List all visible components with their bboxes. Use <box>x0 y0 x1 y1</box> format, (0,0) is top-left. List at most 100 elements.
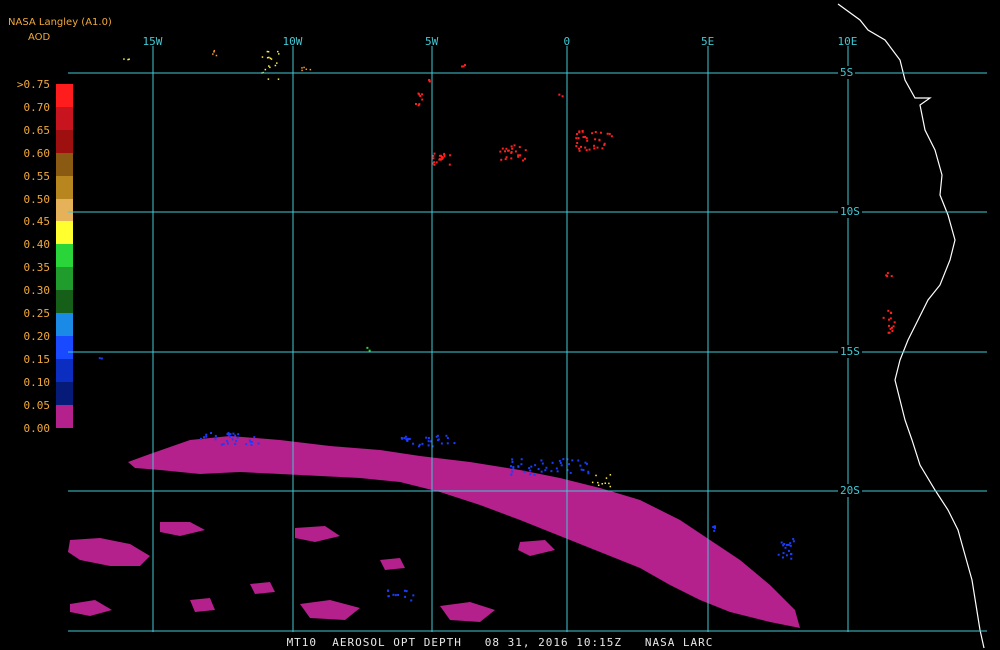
aod-pixel <box>504 150 507 153</box>
aod-pixel <box>792 540 795 543</box>
aod-pixel <box>250 441 253 444</box>
aod-pixel <box>892 325 895 328</box>
aod-pixel <box>558 459 561 462</box>
aod-pixel <box>234 442 237 445</box>
aod-pixel <box>274 64 277 67</box>
aod-pixel <box>387 595 390 598</box>
longitude-label: 5W <box>425 35 439 48</box>
aod-pixel <box>510 473 513 476</box>
aod-pixel <box>529 473 532 476</box>
aod-pixel <box>427 444 430 447</box>
aod-pixel <box>887 309 890 312</box>
aod-pixel <box>427 437 430 440</box>
aod-pixel <box>368 349 371 352</box>
plume-patch <box>518 540 555 556</box>
aod-pixel <box>594 131 597 134</box>
aod-pixel <box>787 543 790 546</box>
aod-pixel <box>397 594 400 597</box>
aod-pixel <box>578 147 581 150</box>
aod-pixel <box>236 436 239 439</box>
aod-pixel <box>510 151 513 154</box>
aod-pixel <box>598 139 601 142</box>
aod-pixel <box>406 439 409 442</box>
aod-pixel <box>231 438 234 441</box>
aod-pixel <box>277 50 279 53</box>
aod-pixel <box>888 318 891 321</box>
aod-pixel <box>507 149 510 152</box>
plume-patch <box>300 600 360 620</box>
aod-pixel <box>267 50 270 53</box>
aod-pixel <box>609 474 612 476</box>
aod-pixel <box>785 543 788 546</box>
aod-pixel <box>561 95 564 98</box>
aod-pixel <box>569 471 572 474</box>
aod-pixel <box>446 442 449 445</box>
plume-patch <box>190 598 215 612</box>
plume-patch <box>250 582 275 594</box>
aod-pixel <box>555 467 558 470</box>
aod-pixel <box>790 552 793 555</box>
aod-pixel <box>443 155 446 158</box>
satellite-map: NASA Langley (A1.0) AOD >0.75 0.70 0.65 0.6… <box>0 0 1000 650</box>
coastline <box>837 3 985 649</box>
aod-pixel <box>232 432 235 435</box>
aod-pixel <box>510 145 513 148</box>
aod-pixel <box>410 599 413 602</box>
aod-pixel <box>264 68 267 71</box>
aod-pixel <box>603 142 606 145</box>
aod-pixel <box>518 154 521 157</box>
aod-pixel <box>550 470 553 473</box>
aod-pixel <box>432 154 435 157</box>
aod-pixel <box>417 104 420 107</box>
aod-pixel <box>421 442 424 445</box>
aod-pixel <box>514 150 517 153</box>
aod-pixel <box>438 154 441 157</box>
aod-pixel <box>412 442 415 445</box>
aod-pixel <box>580 468 583 471</box>
aod-pixel <box>713 525 716 528</box>
aod-pixel <box>585 462 588 465</box>
aod-pixel <box>784 546 787 549</box>
plume-patch <box>70 600 112 616</box>
aod-pixel <box>559 461 562 464</box>
aod-pixel <box>261 56 264 58</box>
aod-pixel <box>517 155 520 158</box>
aod-pixel <box>433 163 436 166</box>
aod-pixel <box>511 460 514 463</box>
aod-pixel <box>591 481 594 484</box>
plume-patch <box>380 558 405 570</box>
aod-pixel <box>278 53 280 55</box>
aod-pixel <box>220 443 223 446</box>
aod-pixel <box>792 538 795 541</box>
aod-pixel <box>575 137 578 140</box>
aod-pixel <box>595 474 597 477</box>
plume-patch <box>68 538 150 566</box>
aod-pixel <box>889 317 892 320</box>
aod-pixel <box>441 157 444 160</box>
aod-pixel <box>606 132 609 135</box>
aod-pixel <box>403 589 406 592</box>
aod-pixel <box>419 94 422 97</box>
aod-pixel <box>449 154 452 157</box>
aod-pixel <box>586 139 589 142</box>
aod-pixel <box>886 272 889 275</box>
latitude-label: 10S <box>838 205 862 218</box>
aod-pixel <box>887 324 890 327</box>
aod-pixel <box>540 459 543 462</box>
aod-pixel <box>222 443 225 446</box>
aod-pixel <box>610 135 613 138</box>
aod-pixel <box>562 458 565 461</box>
aod-pixel <box>214 438 217 441</box>
aod-pixel <box>545 466 548 469</box>
aod-pixel <box>268 65 270 67</box>
aod-pixel <box>597 484 600 486</box>
aod-pixel <box>237 433 240 436</box>
aod-pixel <box>577 459 580 462</box>
aod-pixel <box>890 312 893 315</box>
aod-pixel <box>599 131 602 134</box>
aod-pixel <box>235 439 238 442</box>
aod-pixel <box>435 435 438 438</box>
aod-pixel <box>787 549 790 552</box>
aod-pixel <box>567 463 570 466</box>
aod-pixel <box>404 435 407 438</box>
